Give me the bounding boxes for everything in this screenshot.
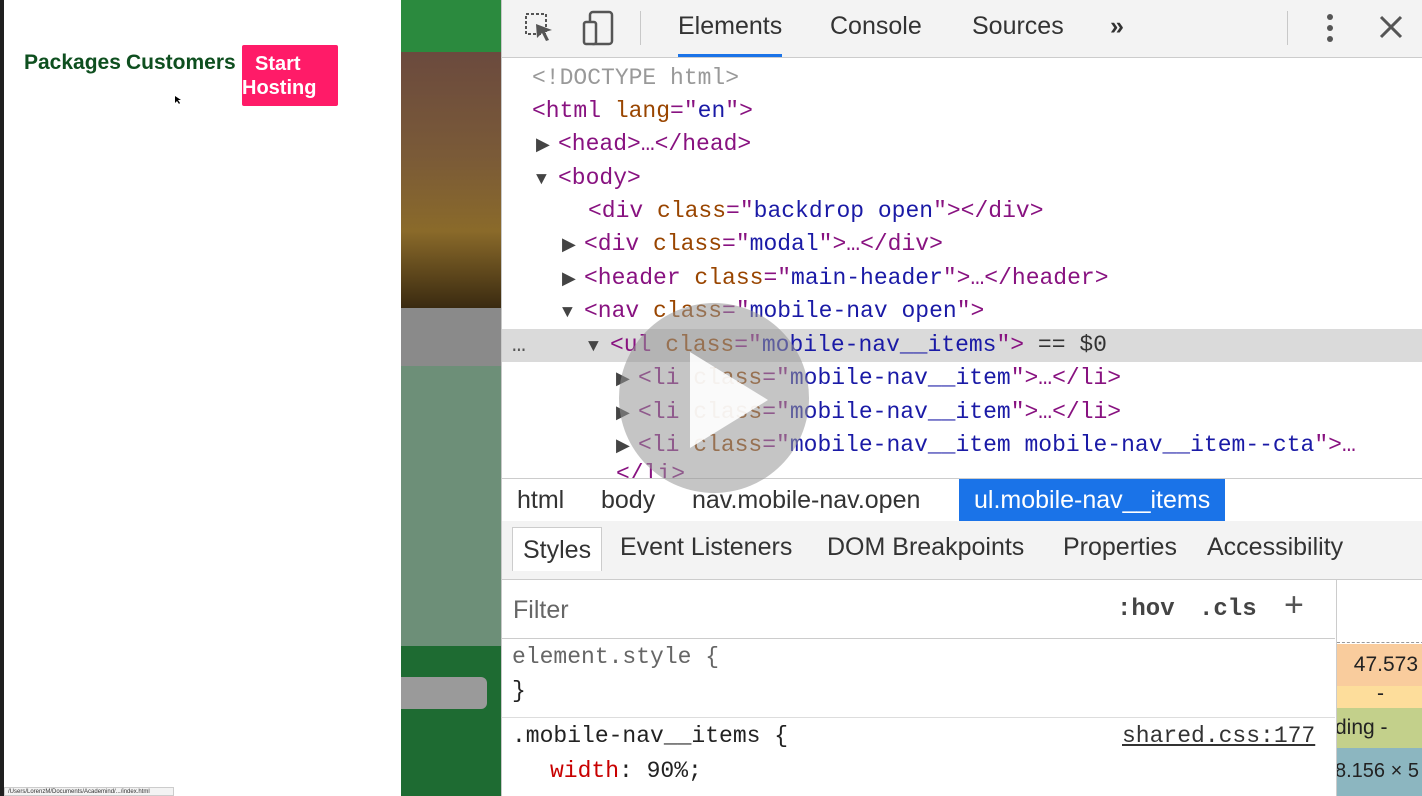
backdrop-class: backdrop open [753, 198, 934, 224]
close-icon[interactable] [1378, 14, 1404, 40]
tab-styles[interactable]: Styles [512, 527, 603, 571]
dom-li-close: </li> [502, 458, 1422, 478]
devtools-tab-bar: Elements Console Sources » [502, 0, 1422, 58]
footer-button [401, 677, 487, 709]
box-model-margin: 47.573 [1337, 644, 1422, 686]
backdrop-gray [401, 308, 501, 366]
styles-filter-row: Filter :hov .cls + [502, 580, 1335, 639]
header-band [401, 0, 501, 52]
hero-image [401, 52, 501, 308]
nav-link-customers[interactable]: Customers [126, 51, 236, 75]
box-model-value: 47.573 [1353, 653, 1418, 676]
rule-divider [502, 717, 1335, 718]
nav-link-packages[interactable]: Packages [24, 51, 121, 75]
li-class: mobile-nav__item [789, 365, 1011, 391]
more-tabs-icon[interactable]: » [1110, 12, 1124, 41]
page-background-strip [401, 0, 501, 796]
tab-console[interactable]: Console [830, 12, 922, 41]
box-model-border-area: - [1337, 682, 1422, 708]
dom-modal-node[interactable]: ▶ <div class="modal">…</div> [502, 228, 1422, 261]
add-rule-icon[interactable]: + [1284, 586, 1304, 625]
breadcrumb-html[interactable]: html [502, 479, 579, 521]
breadcrumb: html body nav.mobile-nav.open ul.mobile-… [502, 478, 1422, 522]
dom-nav-node[interactable]: ▼<nav class="mobile-nav open"> [502, 295, 1422, 328]
expand-triangle-icon[interactable]: ▶ [562, 264, 584, 297]
breadcrumb-ul-active[interactable]: ul.mobile-nav__items [959, 479, 1226, 521]
element-style-close: } [512, 678, 526, 704]
cta-line-2: Hosting [242, 77, 317, 99]
cls-toggle[interactable]: .cls [1199, 596, 1257, 623]
hov-toggle[interactable]: :hov [1117, 596, 1175, 623]
box-model-content: 8.156 × 5 [1337, 748, 1422, 796]
breadcrumb-body[interactable]: body [586, 479, 670, 521]
modal-class: modal [749, 231, 819, 257]
collapse-triangle-icon[interactable]: ▼ [562, 297, 584, 330]
html-lang-attr: lang [614, 98, 671, 124]
tab-accessibility[interactable]: Accessibility [1207, 533, 1343, 562]
box-model-size: 8.156 × 5 [1336, 760, 1419, 782]
device-toolbar-icon[interactable] [582, 10, 616, 46]
html-lang-value: en [697, 98, 726, 124]
footer-band [401, 646, 501, 796]
filter-input[interactable]: Filter [513, 596, 569, 625]
tab-sources[interactable]: Sources [972, 12, 1064, 41]
rule-declaration[interactable]: width: 90%; [550, 758, 702, 784]
body-tag: <body> [558, 165, 641, 191]
box-model-panel: 47.573 - ding - 8.156 × 5 [1336, 580, 1422, 796]
dom-html-node[interactable]: <html lang="en"> [502, 95, 1422, 128]
html-open-tag: <html [532, 98, 602, 124]
cta-line-1: Start [255, 53, 301, 75]
kebab-menu-icon[interactable] [1322, 12, 1338, 44]
tab-event-listeners[interactable]: Event Listeners [620, 533, 792, 562]
ellipsis-menu-icon[interactable]: … [512, 329, 588, 362]
rule-value: 90%; [646, 758, 702, 784]
box-model-padding-label: ding - [1336, 716, 1388, 739]
dom-body-node[interactable]: ▼ <body> [502, 162, 1422, 195]
tab-dom-breakpoints[interactable]: DOM Breakpoints [827, 533, 1024, 562]
toolbar-separator [1287, 11, 1288, 45]
backdrop-green [401, 366, 501, 646]
li-cta-class: mobile-nav__item mobile-nav__item--cta [789, 432, 1315, 458]
box-model-padding: ding - [1337, 708, 1422, 748]
dom-head-node[interactable]: ▶ <head>…</head> [502, 128, 1422, 161]
rule-selector: .mobile-nav__items { [512, 723, 789, 749]
toolbar-separator [640, 11, 641, 45]
collapse-triangle-icon[interactable]: ▼ [536, 164, 558, 197]
styles-pane: element.style { } .mobile-nav__items { s… [502, 638, 1335, 796]
element-style-rule[interactable]: element.style { [512, 644, 719, 670]
page-viewport: Packages Customers Start Hosting /Users/… [0, 0, 401, 796]
tab-elements[interactable]: Elements [678, 12, 783, 57]
tab-properties[interactable]: Properties [1063, 533, 1177, 562]
dom-doctype[interactable]: <!DOCTYPE html> [502, 62, 1422, 95]
nav-class: mobile-nav open [749, 298, 957, 324]
expand-triangle-icon[interactable]: ▶ [536, 130, 558, 163]
play-icon [690, 352, 768, 448]
doctype-text: <!DOCTYPE html> [532, 65, 740, 91]
dom-backdrop-node[interactable]: <div class="backdrop open"></div> [502, 195, 1422, 228]
li-class: mobile-nav__item [789, 399, 1011, 425]
expand-triangle-icon[interactable]: ▶ [562, 230, 584, 263]
status-bar-url: /Users/LorenzM/Documents/Academind/.../i… [4, 787, 174, 796]
inspect-element-icon[interactable] [524, 12, 556, 44]
rule-property: width [550, 758, 620, 784]
header-class: main-header [791, 265, 943, 291]
rule-source-link[interactable]: shared.css:177 [1122, 723, 1315, 749]
box-model-dash: - [1377, 682, 1384, 705]
dom-header-node[interactable]: ▶ <header class="main-header">…</header> [502, 262, 1422, 295]
collapse-triangle-icon[interactable]: ▼ [588, 331, 610, 364]
mouse-cursor-icon [175, 96, 181, 104]
head-tag: <head>…</head> [558, 131, 752, 157]
styles-tab-bar: Styles Event Listeners DOM Breakpoints P… [502, 521, 1422, 580]
element-style-selector: element.style { [512, 644, 720, 670]
start-hosting-button[interactable]: Start Hosting [242, 45, 338, 106]
ul-selected-suffix: == $0 [1037, 332, 1107, 358]
